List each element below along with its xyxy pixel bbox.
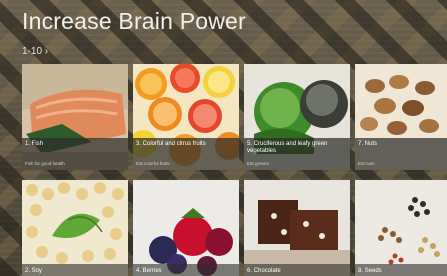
tile-title: 6. Chocolate [247,268,281,274]
tile-subtitle: Eat greens [247,161,269,166]
tile-title: 1. Fish [25,141,44,147]
tile-seeds[interactable]: 8. Seeds [355,180,447,276]
tile-subtitle: Fish for good health [25,161,65,166]
app-window: Increase Brain Power 1-10 › 1. Fish Fish… [0,0,447,276]
tile-title: 3. Colorful and citrus fruits [136,141,206,147]
tile-citrus-fruits[interactable]: 3. Colorful and citrus fruits Eat colorf… [133,64,239,170]
soy-image [22,180,128,276]
tile-title: 4. Berries [136,268,162,274]
tile-caption: 5. Cruciferous and leafy green vegetable… [244,138,350,170]
tile-title: 5. Cruciferous and leafy green vegetable… [247,141,328,154]
tile-caption: 3. Colorful and citrus fruits Eat colorf… [133,138,239,170]
tile-nuts[interactable]: 7. Nuts Eat nuts [355,64,447,170]
tile-subtitle: Eat nuts [358,161,375,166]
tile-fish[interactable]: 1. Fish Fish for good health [22,64,128,170]
tile-caption: 7. Nuts Eat nuts [355,138,447,170]
tile-caption: 1. Fish Fish for good health [22,138,128,170]
section-range-link[interactable]: 1-10 › [22,46,48,57]
tile-berries[interactable]: 4. Berries [133,180,239,276]
page-title: Increase Brain Power [22,8,246,34]
tile-soy[interactable]: 2. Soy [22,180,128,276]
chocolate-image [244,180,350,276]
tile-green-vegetables[interactable]: 5. Cruciferous and leafy green vegetable… [244,64,350,170]
tile-chocolate[interactable]: 6. Chocolate [244,180,350,276]
tile-title: 8. Seeds [358,268,382,274]
tile-subtitle: Eat colorful fruits [136,161,170,166]
tile-title: 7. Nuts [358,141,378,147]
tile-title: 2. Soy [25,268,43,274]
seeds-image [355,180,447,276]
berries-image [133,180,239,276]
